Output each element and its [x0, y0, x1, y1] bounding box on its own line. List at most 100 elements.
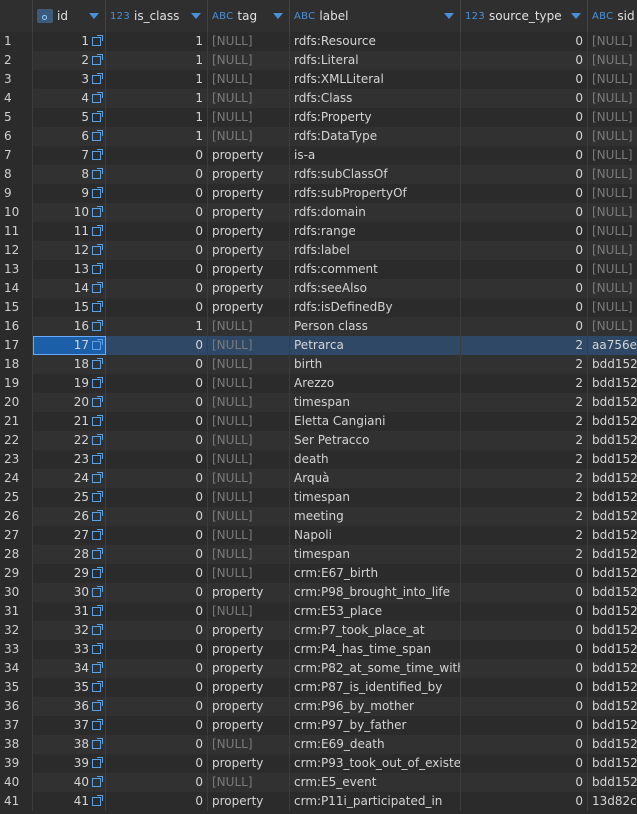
- open-reference-icon[interactable]: [92, 529, 103, 540]
- cell-is-class[interactable]: 0: [106, 735, 208, 754]
- cell-id[interactable]: 21: [33, 412, 106, 431]
- cell-tag[interactable]: [NULL]: [208, 127, 290, 146]
- cell-is-class[interactable]: 0: [106, 336, 208, 355]
- cell-sid[interactable]: bdd152f: [588, 754, 637, 773]
- open-reference-icon[interactable]: [92, 624, 103, 635]
- cell-source-type[interactable]: 0: [461, 773, 588, 792]
- cell-source-type[interactable]: 2: [461, 545, 588, 564]
- cell-id[interactable]: 24: [33, 469, 106, 488]
- cell-tag[interactable]: [NULL]: [208, 70, 290, 89]
- cell-label[interactable]: timespan: [290, 393, 461, 412]
- cell-source-type[interactable]: 0: [461, 602, 588, 621]
- cell-id[interactable]: 30: [33, 583, 106, 602]
- cell-label[interactable]: birth: [290, 355, 461, 374]
- column-header-sid[interactable]: ABC sid: [588, 0, 637, 32]
- cell-label[interactable]: Person class: [290, 317, 461, 336]
- cell-label[interactable]: Napoli: [290, 526, 461, 545]
- table-row[interactable]: 17 17 0 [NULL] Petrarca 2 aa756ea: [0, 336, 637, 355]
- cell-is-class[interactable]: 0: [106, 488, 208, 507]
- cell-tag[interactable]: [NULL]: [208, 431, 290, 450]
- cell-label[interactable]: crm:E5_event: [290, 773, 461, 792]
- open-reference-icon[interactable]: [92, 92, 103, 103]
- table-row[interactable]: 22 22 0 [NULL] Ser Petracco 2 bdd152f: [0, 431, 637, 450]
- cell-tag[interactable]: property: [208, 678, 290, 697]
- table-row[interactable]: 2 2 1 [NULL] rdfs:Literal 0 [NULL]: [0, 51, 637, 70]
- cell-label[interactable]: crm:P93_took_out_of_existence: [290, 754, 461, 773]
- cell-id[interactable]: 14: [33, 279, 106, 298]
- cell-label[interactable]: rdfs:Property: [290, 108, 461, 127]
- cell-id[interactable]: 19: [33, 374, 106, 393]
- cell-source-type[interactable]: 2: [461, 355, 588, 374]
- cell-is-class[interactable]: 0: [106, 659, 208, 678]
- cell-source-type[interactable]: 0: [461, 203, 588, 222]
- table-row[interactable]: 15 15 0 property rdfs:isDefinedBy 0 [NULL]: [0, 298, 637, 317]
- cell-tag[interactable]: property: [208, 792, 290, 811]
- cell-source-type[interactable]: 0: [461, 51, 588, 70]
- cell-label[interactable]: crm:P96_by_mother: [290, 697, 461, 716]
- cell-source-type[interactable]: 0: [461, 241, 588, 260]
- cell-tag[interactable]: property: [208, 298, 290, 317]
- cell-tag[interactable]: property: [208, 640, 290, 659]
- cell-source-type[interactable]: 0: [461, 146, 588, 165]
- open-reference-icon[interactable]: [92, 548, 103, 559]
- cell-sid[interactable]: bdd152f: [588, 716, 637, 735]
- open-reference-icon[interactable]: [92, 301, 103, 312]
- table-row[interactable]: 16 16 1 [NULL] Person class 0 [NULL]: [0, 317, 637, 336]
- sort-dropdown-icon[interactable]: [571, 13, 581, 19]
- cell-tag[interactable]: property: [208, 583, 290, 602]
- cell-tag[interactable]: property: [208, 621, 290, 640]
- cell-source-type[interactable]: 2: [461, 450, 588, 469]
- cell-id[interactable]: 41: [33, 792, 106, 811]
- cell-source-type[interactable]: 2: [461, 374, 588, 393]
- open-reference-icon[interactable]: [92, 757, 103, 768]
- cell-id[interactable]: 10: [33, 203, 106, 222]
- cell-source-type[interactable]: 0: [461, 184, 588, 203]
- open-reference-icon[interactable]: [92, 719, 103, 730]
- cell-is-class[interactable]: 0: [106, 716, 208, 735]
- cell-sid[interactable]: bdd152f: [588, 507, 637, 526]
- table-row[interactable]: 40 40 0 [NULL] crm:E5_event 0 bdd152f: [0, 773, 637, 792]
- cell-sid[interactable]: bdd152f: [588, 773, 637, 792]
- cell-id[interactable]: 11: [33, 222, 106, 241]
- open-reference-icon[interactable]: [92, 776, 103, 787]
- open-reference-icon[interactable]: [92, 149, 103, 160]
- cell-id[interactable]: 40: [33, 773, 106, 792]
- open-reference-icon[interactable]: [92, 35, 103, 46]
- cell-is-class[interactable]: 0: [106, 602, 208, 621]
- cell-tag[interactable]: property: [208, 241, 290, 260]
- cell-id[interactable]: 29: [33, 564, 106, 583]
- cell-is-class[interactable]: 0: [106, 222, 208, 241]
- cell-sid[interactable]: bdd152f: [588, 621, 637, 640]
- table-row[interactable]: 11 11 0 property rdfs:range 0 [NULL]: [0, 222, 637, 241]
- cell-source-type[interactable]: 0: [461, 583, 588, 602]
- table-row[interactable]: 36 36 0 property crm:P96_by_mother 0 bdd152f: [0, 697, 637, 716]
- table-row[interactable]: 31 31 0 [NULL] crm:E53_place 0 bdd152f: [0, 602, 637, 621]
- cell-tag[interactable]: property: [208, 697, 290, 716]
- cell-label[interactable]: death: [290, 450, 461, 469]
- open-reference-icon[interactable]: [92, 605, 103, 616]
- cell-source-type[interactable]: 0: [461, 621, 588, 640]
- cell-source-type[interactable]: 0: [461, 716, 588, 735]
- table-row[interactable]: 3 3 1 [NULL] rdfs:XMLLiteral 0 [NULL]: [0, 70, 637, 89]
- cell-is-class[interactable]: 0: [106, 754, 208, 773]
- cell-is-class[interactable]: 0: [106, 545, 208, 564]
- cell-is-class[interactable]: 0: [106, 412, 208, 431]
- cell-label[interactable]: rdfs:domain: [290, 203, 461, 222]
- cell-is-class[interactable]: 0: [106, 640, 208, 659]
- cell-is-class[interactable]: 0: [106, 507, 208, 526]
- cell-is-class[interactable]: 0: [106, 279, 208, 298]
- cell-label[interactable]: Petrarca: [290, 336, 461, 355]
- table-row[interactable]: 13 13 0 property rdfs:comment 0 [NULL]: [0, 260, 637, 279]
- cell-tag[interactable]: [NULL]: [208, 564, 290, 583]
- table-row[interactable]: 4 4 1 [NULL] rdfs:Class 0 [NULL]: [0, 89, 637, 108]
- cell-id[interactable]: 37: [33, 716, 106, 735]
- cell-label[interactable]: crm:E53_place: [290, 602, 461, 621]
- cell-source-type[interactable]: 2: [461, 469, 588, 488]
- open-reference-icon[interactable]: [92, 54, 103, 65]
- cell-label[interactable]: rdfs:Literal: [290, 51, 461, 70]
- cell-sid[interactable]: [NULL]: [588, 51, 637, 70]
- cell-is-class[interactable]: 0: [106, 697, 208, 716]
- cell-sid[interactable]: [NULL]: [588, 165, 637, 184]
- cell-tag[interactable]: property: [208, 260, 290, 279]
- cell-is-class[interactable]: 0: [106, 146, 208, 165]
